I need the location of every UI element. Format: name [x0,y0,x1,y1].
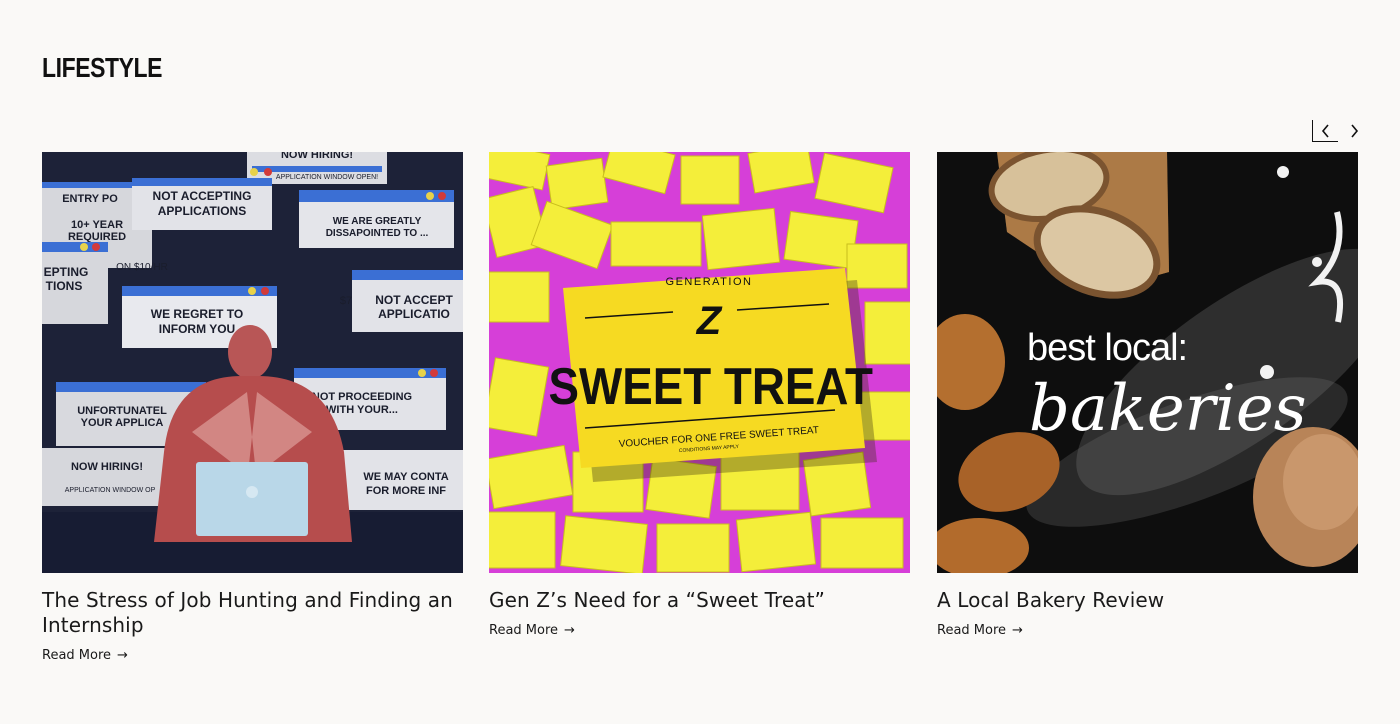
article-thumbnail-job-hunting[interactable]: NOW HIRING! APPLICATION WINDOW OPEN! ENT… [42,152,463,573]
img-text: $7 [340,295,352,307]
arrow-right-icon: → [117,648,128,663]
img-text: best local: [1027,327,1187,369]
read-more-label: Read More [489,623,559,638]
img-text: bakeries [1029,372,1307,446]
img-text: YOUR APPLICA [81,417,164,429]
img-text: ENTRY PO [62,193,118,205]
img-text: SWEET TREAT [549,358,874,415]
img-text: DISSAPOINTED TO ... [326,228,429,239]
carousel-prev-button[interactable] [1312,120,1338,142]
img-text: WE ARE GREATLY [333,216,422,227]
img-text: WE MAY CONTA [363,471,448,483]
img-text: APPLICATION WINDOW OPEN! [276,174,378,181]
img-text: REQUIRED [68,231,126,243]
img-text: UNFORTUNATEL [77,405,167,417]
arrow-right-icon: → [564,623,575,638]
img-text: TIONS [46,279,83,293]
img-text: ON $10/HR [116,262,168,273]
carousel-nav [1312,120,1366,142]
img-text: Z [696,299,723,343]
article-thumbnail-bakery[interactable]: best local: bakeries [937,152,1358,573]
read-more-label: Read More [42,648,112,663]
img-text: APPLICATIO [378,307,450,321]
chevron-left-icon [1321,123,1329,138]
article-title[interactable]: A Local Bakery Review [937,588,1358,613]
carousel-next-button[interactable] [1342,120,1366,142]
article-title[interactable]: The Stress of Job Hunting and Finding an… [42,588,463,638]
img-text: INFORM YOU [159,322,235,336]
img-text: NOW HIRING! [71,461,143,473]
img-text: APPLICATION WINDOW OP [65,487,156,494]
chevron-right-icon [1351,124,1359,138]
img-text: NOT PROCEEDING [312,391,412,403]
arrow-right-icon: → [1012,623,1023,638]
article-thumbnail-sweet-treat[interactable]: GENERATION Z SWEET TREAT VOUCHER FOR ONE… [489,152,910,573]
img-text: 10+ YEAR [71,219,123,231]
section-title: LIFESTYLE [42,52,163,83]
read-more-link[interactable]: Read More → [937,623,1023,638]
img-text: NOW HIRING! [281,152,353,161]
article-card: GENERATION Z SWEET TREAT VOUCHER FOR ONE… [489,152,910,639]
img-text: GENERATION [666,276,753,288]
article-title[interactable]: Gen Z’s Need for a “Sweet Treat” [489,588,910,613]
img-text: WE REGRET TO [151,307,243,321]
img-text: EPTING [44,265,89,279]
img-text: NOT ACCEPTING [153,189,252,203]
img-text: WITH YOUR... [326,404,398,416]
read-more-link[interactable]: Read More → [42,648,128,663]
article-card: NOW HIRING! APPLICATION WINDOW OPEN! ENT… [42,152,463,664]
img-text: FOR MORE INF [366,485,446,497]
read-more-link[interactable]: Read More → [489,623,575,638]
read-more-label: Read More [937,623,1007,638]
img-text: NOT ACCEPT [375,293,453,307]
article-card: best local: bakeries A Local Bakery Revi… [937,152,1358,639]
img-text: APPLICATIONS [158,204,246,218]
